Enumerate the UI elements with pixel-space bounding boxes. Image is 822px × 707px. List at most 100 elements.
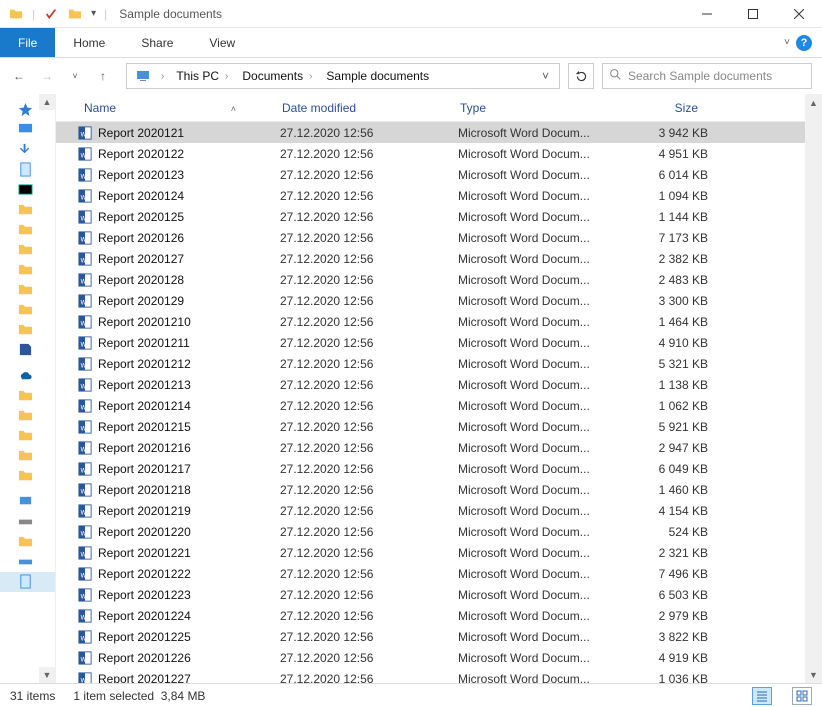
svg-text:w: w — [80, 654, 87, 663]
file-row[interactable]: wReport 2020122027.12.2020 12:56Microsof… — [56, 521, 822, 542]
window-controls — [684, 0, 822, 28]
file-list[interactable]: wReport 202012127.12.2020 12:56Microsoft… — [56, 122, 822, 683]
file-row[interactable]: wReport 202012227.12.2020 12:56Microsoft… — [56, 143, 822, 164]
column-name[interactable]: Name ˄ — [78, 101, 276, 115]
breadcrumb-documents[interactable]: Documents› — [236, 64, 318, 88]
file-row[interactable]: wReport 2020121227.12.2020 12:56Microsof… — [56, 353, 822, 374]
file-row[interactable]: wReport 202012127.12.2020 12:56Microsoft… — [56, 122, 822, 143]
file-row[interactable]: wReport 2020121127.12.2020 12:56Microsof… — [56, 332, 822, 353]
breadcrumb-this-pc[interactable]: This PC› — [170, 64, 234, 88]
file-date: 27.12.2020 12:56 — [280, 651, 458, 665]
file-name: Report 20201224 — [96, 609, 280, 623]
scroll-track[interactable] — [805, 111, 822, 666]
close-button[interactable] — [776, 0, 822, 28]
folder-icon — [18, 534, 36, 550]
file-row[interactable]: wReport 202012827.12.2020 12:56Microsoft… — [56, 269, 822, 290]
help-icon[interactable]: ? — [796, 35, 812, 51]
word-doc-icon: w — [78, 294, 96, 308]
folder-icon — [18, 448, 36, 464]
nav-scroll-up-icon[interactable]: ▲ — [39, 94, 55, 110]
svg-text:w: w — [80, 381, 87, 390]
file-row[interactable]: wReport 2020121727.12.2020 12:56Microsof… — [56, 458, 822, 479]
file-date: 27.12.2020 12:56 — [280, 315, 458, 329]
column-date[interactable]: Date modified — [276, 101, 454, 115]
file-row[interactable]: wReport 2020122727.12.2020 12:56Microsof… — [56, 668, 822, 683]
word-doc-icon: w — [78, 672, 96, 684]
pc-icon — [135, 68, 151, 84]
file-row[interactable]: wReport 202012527.12.2020 12:56Microsoft… — [56, 206, 822, 227]
file-size: 1 062 KB — [614, 399, 708, 413]
file-row[interactable]: wReport 2020121627.12.2020 12:56Microsof… — [56, 437, 822, 458]
view-details-button[interactable] — [752, 687, 772, 705]
search-input[interactable] — [628, 69, 805, 83]
file-row[interactable]: wReport 202012327.12.2020 12:56Microsoft… — [56, 164, 822, 185]
search-box[interactable] — [602, 63, 812, 89]
recent-dropdown-icon[interactable]: ˅ — [66, 67, 84, 85]
file-row[interactable]: wReport 202012727.12.2020 12:56Microsoft… — [56, 248, 822, 269]
word-doc-icon: w — [78, 441, 96, 455]
file-name: Report 20201212 — [96, 357, 280, 371]
vertical-scrollbar[interactable]: ▲ ▼ — [805, 94, 822, 683]
file-row[interactable]: wReport 202012427.12.2020 12:56Microsoft… — [56, 185, 822, 206]
file-name: Report 2020124 — [96, 189, 280, 203]
file-row[interactable]: wReport 2020121027.12.2020 12:56Microsof… — [56, 311, 822, 332]
file-row[interactable]: wReport 2020121327.12.2020 12:56Microsof… — [56, 374, 822, 395]
search-icon — [609, 68, 622, 84]
file-row[interactable]: wReport 2020121527.12.2020 12:56Microsof… — [56, 416, 822, 437]
tab-view[interactable]: View — [191, 28, 253, 57]
file-row[interactable]: wReport 2020121427.12.2020 12:56Microsof… — [56, 395, 822, 416]
file-name: Report 2020128 — [96, 273, 280, 287]
file-row[interactable]: wReport 2020122127.12.2020 12:56Microsof… — [56, 542, 822, 563]
file-type: Microsoft Word Docum... — [458, 399, 614, 413]
forward-button[interactable]: → — [38, 67, 56, 85]
breadcrumb-bar[interactable]: › This PC› Documents› Sample documents ˅ — [126, 63, 560, 89]
word-doc-icon: w — [78, 378, 96, 392]
back-button[interactable]: ← — [10, 67, 28, 85]
file-row[interactable]: wReport 2020122627.12.2020 12:56Microsof… — [56, 647, 822, 668]
file-row[interactable]: wReport 2020121827.12.2020 12:56Microsof… — [56, 479, 822, 500]
file-row[interactable]: wReport 202012627.12.2020 12:56Microsoft… — [56, 227, 822, 248]
maximize-button[interactable] — [730, 0, 776, 28]
column-size[interactable]: Size — [610, 101, 704, 115]
scroll-up-icon[interactable]: ▲ — [805, 94, 822, 111]
tab-home[interactable]: Home — [55, 28, 123, 57]
view-large-icons-button[interactable] — [792, 687, 812, 705]
up-button[interactable]: ↑ — [94, 67, 112, 85]
desktop-icon — [18, 122, 36, 138]
file-row[interactable]: wReport 2020121927.12.2020 12:56Microsof… — [56, 500, 822, 521]
address-dropdown-icon[interactable]: ˅ — [536, 69, 555, 83]
column-type[interactable]: Type — [454, 101, 610, 115]
file-row[interactable]: wReport 2020122427.12.2020 12:56Microsof… — [56, 605, 822, 626]
file-tab[interactable]: File — [0, 28, 55, 57]
tab-share[interactable]: Share — [123, 28, 191, 57]
file-size: 5 321 KB — [614, 357, 708, 371]
nav-scroll-down-icon[interactable]: ▼ — [39, 667, 55, 683]
folder-icon — [8, 6, 24, 22]
onedrive-icon — [18, 368, 36, 384]
scroll-down-icon[interactable]: ▼ — [805, 666, 822, 683]
file-name: Report 2020122 — [96, 147, 280, 161]
file-row[interactable]: wReport 2020122227.12.2020 12:56Microsof… — [56, 563, 822, 584]
word-doc-icon: w — [78, 147, 96, 161]
file-name: Report 20201211 — [96, 336, 280, 350]
ribbon-expand-icon[interactable]: ˅ — [784, 37, 790, 48]
refresh-button[interactable] — [568, 63, 594, 89]
breadcrumb-sample-documents[interactable]: Sample documents — [320, 64, 435, 88]
qat-dropdown-icon[interactable]: ▾ — [91, 8, 96, 19]
file-type: Microsoft Word Docum... — [458, 126, 614, 140]
file-type: Microsoft Word Docum... — [458, 189, 614, 203]
svg-text:w: w — [80, 297, 87, 306]
file-row[interactable]: wReport 202012927.12.2020 12:56Microsoft… — [56, 290, 822, 311]
file-row[interactable]: wReport 2020122327.12.2020 12:56Microsof… — [56, 584, 822, 605]
word-doc-icon: w — [78, 189, 96, 203]
crumb-sep-icon[interactable]: › — [157, 71, 168, 82]
navigation-pane[interactable]: ▲ ▼ — [0, 94, 56, 683]
folder-icon — [18, 388, 36, 404]
word-doc-icon: w — [78, 231, 96, 245]
properties-icon[interactable] — [43, 6, 59, 22]
svg-text:w: w — [80, 675, 87, 683]
file-row[interactable]: wReport 2020122527.12.2020 12:56Microsof… — [56, 626, 822, 647]
file-size: 7 496 KB — [614, 567, 708, 581]
minimize-button[interactable] — [684, 0, 730, 28]
new-folder-icon[interactable] — [67, 6, 83, 22]
